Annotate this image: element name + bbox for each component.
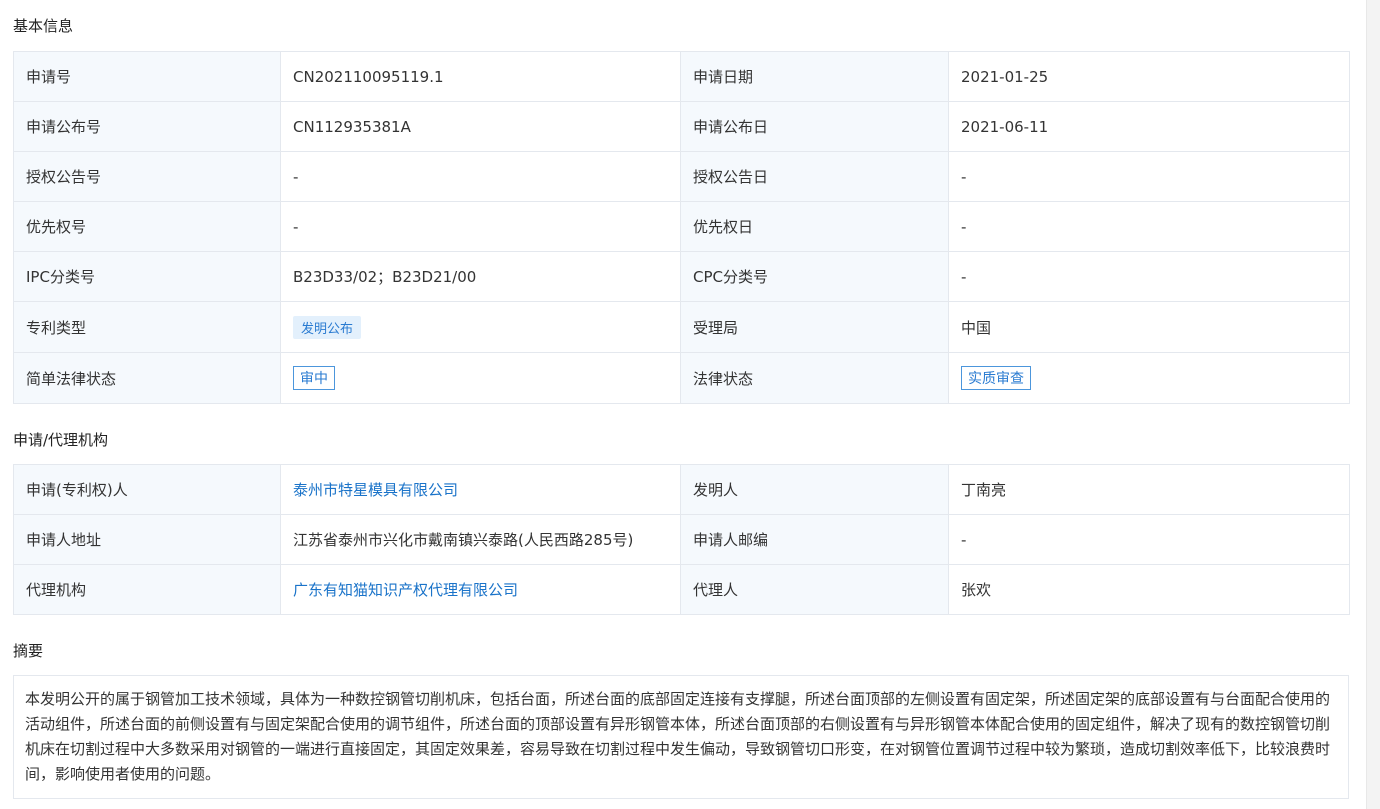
- label-publication-date: 申请公布日: [680, 101, 949, 152]
- table-row: 优先权号 - 优先权日 -: [13, 201, 1350, 252]
- value-applicant-address: 江苏省泰州市兴化市戴南镇兴泰路(人民西路285号): [280, 514, 681, 565]
- table-row: IPC分类号 B23D33/02；B23D21/00 CPC分类号 -: [13, 251, 1350, 302]
- value-agent: 张欢: [948, 564, 1350, 615]
- table-row: 申请人地址 江苏省泰州市兴化市戴南镇兴泰路(人民西路285号) 申请人邮编 -: [13, 514, 1350, 565]
- label-applicant-postcode: 申请人邮编: [680, 514, 949, 565]
- label-priority-number: 优先权号: [13, 201, 281, 252]
- table-row: 专利类型 发明公布 受理局 中国: [13, 301, 1350, 353]
- value-cpc: -: [948, 251, 1350, 302]
- basic-info-table: 申请号 CN202110095119.1 申请日期 2021-01-25 申请公…: [13, 51, 1350, 404]
- label-agent: 代理人: [680, 564, 949, 615]
- section-title-abstract: 摘要: [13, 642, 44, 660]
- value-patent-type: 发明公布: [280, 301, 681, 353]
- label-ipc: IPC分类号: [13, 251, 281, 302]
- abstract-text: 本发明公开的属于钢管加工技术领域，具体为一种数控钢管切削机床，包括台面，所述台面…: [13, 675, 1349, 799]
- value-inventor: 丁南亮: [948, 464, 1350, 515]
- table-row: 授权公告号 - 授权公告日 -: [13, 151, 1350, 202]
- legal-status-badge: 实质审查: [961, 366, 1031, 390]
- label-legal-status: 法律状态: [680, 352, 949, 404]
- label-applicant: 申请(专利权)人: [13, 464, 281, 515]
- table-row: 简单法律状态 审中 法律状态 实质审查: [13, 352, 1350, 404]
- table-row: 代理机构 广东有知猫知识产权代理有限公司 代理人 张欢: [13, 564, 1350, 615]
- value-priority-number: -: [280, 201, 681, 252]
- value-grant-number: -: [280, 151, 681, 202]
- label-applicant-address: 申请人地址: [13, 514, 281, 565]
- value-application-date: 2021-01-25: [948, 51, 1350, 102]
- value-publication-date: 2021-06-11: [948, 101, 1350, 152]
- simple-legal-status-badge: 审中: [293, 366, 335, 390]
- value-legal-status: 实质审查: [948, 352, 1350, 404]
- agency-link[interactable]: 广东有知猫知识产权代理有限公司: [293, 581, 518, 599]
- label-receiving-office: 受理局: [680, 301, 949, 353]
- applicant-link[interactable]: 泰州市特星模具有限公司: [293, 481, 458, 499]
- value-grant-date: -: [948, 151, 1350, 202]
- label-simple-legal-status: 简单法律状态: [13, 352, 281, 404]
- section-title-basic-info: 基本信息: [13, 17, 74, 35]
- value-agency: 广东有知猫知识产权代理有限公司: [280, 564, 681, 615]
- label-agency: 代理机构: [13, 564, 281, 615]
- table-row: 申请公布号 CN112935381A 申请公布日 2021-06-11: [13, 101, 1350, 152]
- label-publication-number: 申请公布号: [13, 101, 281, 152]
- patent-type-badge: 发明公布: [293, 315, 362, 339]
- value-applicant: 泰州市特星模具有限公司: [280, 464, 681, 515]
- value-application-number: CN202110095119.1: [280, 51, 681, 102]
- label-cpc: CPC分类号: [680, 251, 949, 302]
- vertical-scrollbar[interactable]: [1366, 0, 1380, 809]
- label-grant-date: 授权公告日: [680, 151, 949, 202]
- table-row: 申请号 CN202110095119.1 申请日期 2021-01-25: [13, 51, 1350, 102]
- label-grant-number: 授权公告号: [13, 151, 281, 202]
- value-simple-legal-status: 审中: [280, 352, 681, 404]
- value-ipc: B23D33/02；B23D21/00: [280, 251, 681, 302]
- patent-detail-page: 基本信息 申请号 CN202110095119.1 申请日期 2021-01-2…: [0, 0, 1380, 809]
- section-title-agency: 申请/代理机构: [13, 431, 109, 449]
- value-receiving-office: 中国: [948, 301, 1350, 353]
- label-inventor: 发明人: [680, 464, 949, 515]
- label-priority-date: 优先权日: [680, 201, 949, 252]
- value-priority-date: -: [948, 201, 1350, 252]
- value-publication-number: CN112935381A: [280, 101, 681, 152]
- label-patent-type: 专利类型: [13, 301, 281, 353]
- table-row: 申请(专利权)人 泰州市特星模具有限公司 发明人 丁南亮: [13, 464, 1350, 515]
- label-application-number: 申请号: [13, 51, 281, 102]
- value-applicant-postcode: -: [948, 514, 1350, 565]
- label-application-date: 申请日期: [680, 51, 949, 102]
- agency-table: 申请(专利权)人 泰州市特星模具有限公司 发明人 丁南亮 申请人地址 江苏省泰州…: [13, 464, 1350, 615]
